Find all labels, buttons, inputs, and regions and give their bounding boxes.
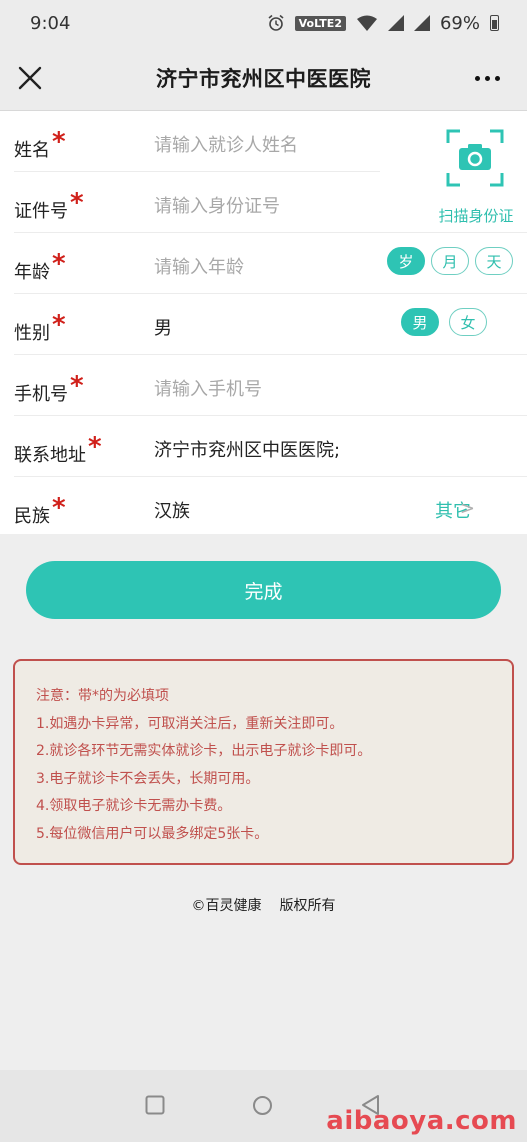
status-time: 9:04 bbox=[30, 12, 71, 34]
required-mark: * bbox=[70, 371, 84, 401]
recents-icon[interactable] bbox=[145, 1095, 165, 1115]
notice-item: 1.如遇办卡异常，可取消关注后，重新关注即可。 bbox=[36, 715, 344, 732]
footer: ©百灵健康 版权所有 bbox=[0, 895, 527, 915]
phone-input[interactable]: 请输入手机号 bbox=[154, 375, 262, 401]
ethnicity-row[interactable]: 民族* 汉族 其它 > bbox=[0, 477, 527, 538]
footer-rights: 版权所有 bbox=[279, 898, 336, 914]
more-icon[interactable] bbox=[475, 68, 505, 88]
scan-id-button[interactable]: 扫描身份证 bbox=[436, 129, 516, 239]
address-row: 联系地址* 济宁市兖州区中医医院; bbox=[0, 416, 527, 477]
nav-bar: 济宁市兖州区中医医院 bbox=[0, 46, 527, 111]
status-bar: 9:04 VoLTE2 69% bbox=[0, 0, 527, 46]
chevron-right-icon: > bbox=[459, 498, 475, 519]
battery-icon bbox=[490, 15, 499, 31]
notice-item: 5.每位微信用户可以最多绑定5张卡。 bbox=[36, 825, 269, 842]
required-mark: * bbox=[88, 432, 102, 462]
age-unit-day[interactable]: 天 bbox=[475, 247, 513, 275]
age-unit-year[interactable]: 岁 bbox=[387, 247, 425, 275]
gender-male-option[interactable]: 男 bbox=[401, 308, 439, 336]
close-icon[interactable] bbox=[16, 64, 44, 92]
scan-id-label: 扫描身份证 bbox=[438, 207, 514, 225]
gender-value: 男 bbox=[154, 318, 172, 339]
gender-label: 性别* bbox=[14, 310, 66, 344]
gender-female-option[interactable]: 女 bbox=[449, 308, 487, 336]
battery-percent: 69% bbox=[439, 12, 480, 34]
volte-badge: VoLTE2 bbox=[294, 15, 346, 31]
id-number-label: 证件号* bbox=[14, 188, 84, 222]
more-dot bbox=[475, 75, 480, 81]
wifi-icon bbox=[356, 15, 377, 31]
patient-form: 姓名* 请输入就诊人姓名 证件号* 请输入身份证号 扫描身份证 年龄* 请输入年… bbox=[0, 111, 527, 534]
phone-row: 手机号* 请输入手机号 bbox=[0, 355, 527, 416]
gender-row: 性别* 男 男 女 bbox=[0, 294, 527, 355]
required-mark: * bbox=[52, 127, 66, 157]
age-label: 年龄* bbox=[14, 249, 66, 283]
signal-icon-2 bbox=[413, 15, 430, 31]
signal-icon bbox=[387, 15, 404, 31]
footer-brand: ©百灵健康 bbox=[191, 898, 262, 914]
watermark: aibaoya.com bbox=[326, 1106, 517, 1136]
camera-scan-icon bbox=[446, 129, 504, 187]
notice-item: 4.领取电子就诊卡无需办卡费。 bbox=[36, 798, 232, 814]
notice-item: 2.就诊各环节无需实体就诊卡，出示电子就诊卡即可。 bbox=[36, 743, 372, 759]
age-unit-month[interactable]: 月 bbox=[431, 247, 469, 275]
ethnicity-label: 民族* bbox=[14, 493, 66, 527]
required-mark: * bbox=[52, 310, 66, 340]
submit-button[interactable]: 完成 bbox=[26, 561, 501, 619]
more-dot bbox=[495, 75, 500, 81]
system-nav-bar: aibaoya.com bbox=[0, 1070, 527, 1142]
name-input[interactable]: 请输入就诊人姓名 bbox=[154, 131, 298, 157]
status-icons: VoLTE2 69% bbox=[267, 13, 499, 34]
page-title: 济宁市兖州区中医医院 bbox=[156, 67, 371, 91]
notice-title: 注意：带*的为必填项 bbox=[36, 688, 169, 704]
required-mark: * bbox=[52, 249, 66, 279]
id-number-input[interactable]: 请输入身份证号 bbox=[154, 192, 280, 218]
address-input[interactable]: 济宁市兖州区中医医院; bbox=[154, 436, 340, 462]
required-mark: * bbox=[52, 493, 66, 523]
phone-label: 手机号* bbox=[14, 371, 84, 405]
required-mark: * bbox=[70, 188, 84, 218]
ethnicity-value: 汉族 bbox=[154, 501, 190, 522]
age-input[interactable]: 请输入年龄 bbox=[154, 253, 244, 279]
notice-item: 3.电子就诊卡不会丢失，长期可用。 bbox=[36, 770, 260, 787]
name-label: 姓名* bbox=[14, 127, 66, 161]
notice-box: 注意：带*的为必填项 1.如遇办卡异常，可取消关注后，重新关注即可。 2.就诊各… bbox=[13, 659, 514, 865]
alarm-icon bbox=[268, 14, 284, 31]
age-row: 年龄* 请输入年龄 岁 月 天 bbox=[0, 233, 527, 294]
home-icon[interactable] bbox=[252, 1095, 273, 1116]
address-label: 联系地址* bbox=[14, 432, 102, 466]
more-dot bbox=[485, 75, 490, 81]
